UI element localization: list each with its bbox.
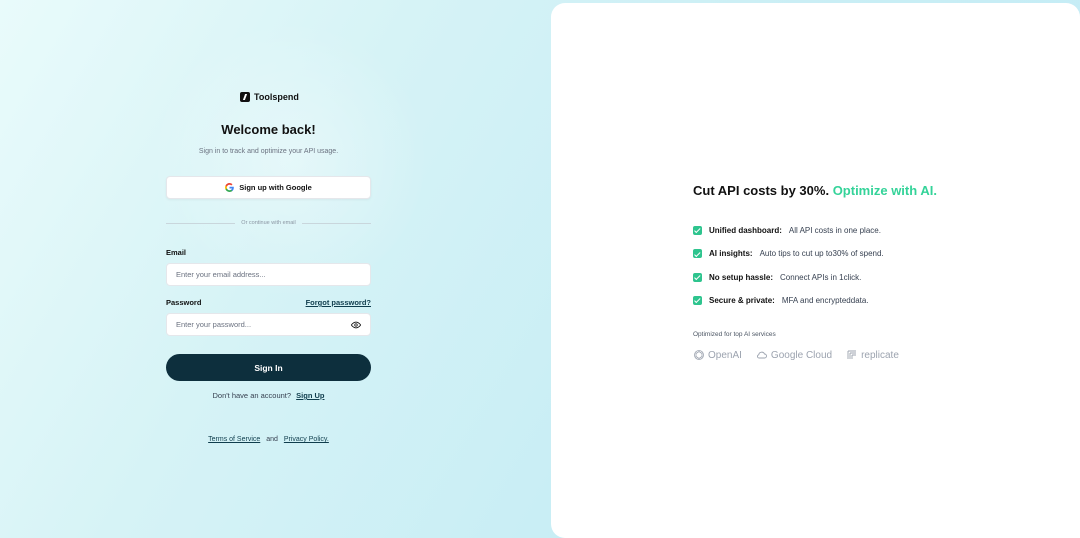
login-panel: Toolspend Welcome back! Sign in to track…: [0, 0, 550, 538]
feature-title: Unified dashboard:: [709, 226, 782, 236]
check-icon: [693, 272, 702, 282]
brand-name: Toolspend: [254, 92, 299, 102]
password-field[interactable]: [176, 320, 351, 329]
divider: Or continue with email: [166, 220, 372, 226]
feature-title: No setup hassle:: [709, 272, 774, 282]
forgot-password-link[interactable]: Forgot password?: [290, 298, 371, 307]
replicate-icon: [847, 350, 857, 359]
headline-accent: Optimize with AI.: [832, 183, 937, 198]
check-icon: [693, 226, 702, 236]
replicate-label: replicate: [861, 349, 899, 361]
check-icon: [693, 296, 702, 306]
feature-item: No setup hassle: Connect APIs in 1click.: [693, 266, 884, 289]
openai-label: OpenAI: [708, 349, 742, 361]
headline-main: Cut API costs by 30%.: [693, 183, 830, 198]
google-button-label: Sign up with Google: [239, 183, 312, 192]
no-account-text: Don't have an account?: [212, 391, 292, 400]
google-signup-button[interactable]: Sign up with Google: [166, 176, 371, 199]
partner-logos: OpenAI Google Cloud replicate: [693, 349, 899, 361]
feature-item: Secure & private: MFA and encrypteddata.: [693, 289, 884, 312]
brand-logo-icon: [240, 92, 250, 102]
optimized-label: Optimized for top AI services: [693, 331, 776, 338]
google-cloud-label: Google Cloud: [770, 349, 833, 361]
feature-text: MFA and encrypteddata.: [781, 296, 869, 306]
privacy-link[interactable]: Privacy Policy.: [284, 436, 329, 443]
openai-icon: [694, 350, 704, 360]
page-subtitle: Sign in to track and optimize your API u…: [198, 148, 339, 155]
feature-item: AI insights: Auto tips to cut up to30% o…: [693, 242, 884, 265]
email-field[interactable]: [176, 270, 361, 279]
password-label: Password: [166, 298, 202, 307]
feature-text: All API costs in one place.: [788, 226, 881, 236]
feature-text: Connect APIs in 1click.: [780, 272, 862, 282]
terms-row: Terms of Service and Privacy Policy.: [166, 436, 371, 443]
feature-list: Unified dashboard: All API costs in one …: [693, 219, 884, 312]
openai-logo: OpenAI: [693, 349, 742, 361]
cloud-icon: [756, 351, 767, 359]
divider-label: Or continue with email: [241, 220, 296, 226]
promo-panel: Cut API costs by 30%. Optimize with AI. …: [551, 3, 1080, 538]
no-account-row: Don't have an account? Sign Up: [166, 391, 371, 400]
email-label: Email: [166, 248, 187, 257]
google-icon: [225, 183, 235, 192]
eye-icon[interactable]: [351, 320, 361, 330]
page-title: Welcome back!: [221, 122, 316, 137]
signin-button[interactable]: Sign In: [166, 354, 371, 381]
feature-title: AI insights:: [709, 249, 753, 259]
signup-link[interactable]: Sign Up: [296, 391, 324, 400]
email-field-wrapper: [166, 263, 371, 286]
feature-item: Unified dashboard: All API costs in one …: [693, 219, 884, 242]
replicate-logo: replicate: [846, 349, 899, 361]
terms-and: and: [266, 436, 278, 443]
terms-link[interactable]: Terms of Service: [208, 436, 260, 443]
feature-title: Secure & private:: [709, 296, 775, 306]
brand: Toolspend: [240, 92, 299, 102]
password-field-wrapper: [166, 313, 371, 336]
promo-headline: Cut API costs by 30%. Optimize with AI.: [693, 183, 937, 198]
check-icon: [693, 249, 702, 259]
google-cloud-logo: Google Cloud: [756, 349, 832, 361]
feature-text: Auto tips to cut up to30% of spend.: [759, 249, 884, 259]
